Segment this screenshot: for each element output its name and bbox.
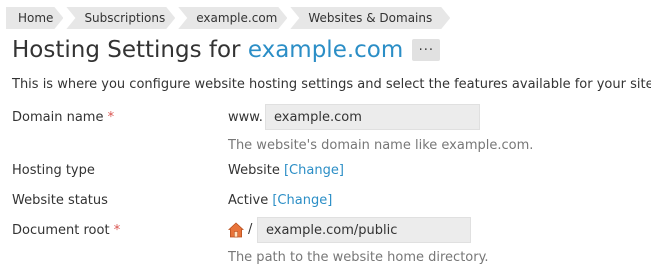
path-separator: / — [248, 222, 253, 237]
page-title: Hosting Settings for example.com — [12, 37, 403, 63]
title-row: Hosting Settings for example.com ··· — [12, 34, 441, 66]
hosting-type-value: Website — [228, 163, 280, 178]
home-directory-icon — [228, 222, 244, 238]
required-marker: * — [113, 223, 121, 238]
document-root-label: Document root * — [12, 223, 120, 238]
required-marker: * — [107, 110, 115, 125]
www-prefix: www. — [228, 110, 263, 125]
website-status-value-row: Active [Change] — [228, 193, 332, 208]
more-actions-button[interactable]: ··· — [412, 39, 441, 61]
domain-name-hint: The website's domain name like example.c… — [228, 138, 534, 153]
hosting-type-value-row: Website [Change] — [228, 163, 344, 178]
document-root-input[interactable] — [257, 217, 471, 243]
hosting-type-change-link[interactable]: [Change] — [284, 163, 344, 178]
document-root-hint: The path to the website home directory. — [228, 250, 489, 265]
website-status-change-link[interactable]: [Change] — [272, 193, 332, 208]
website-status-label: Website status — [12, 193, 108, 208]
document-root-label-text: Document root — [12, 223, 110, 238]
domain-name-label: Domain name * — [12, 110, 114, 125]
page-title-prefix: Hosting Settings for — [12, 37, 241, 63]
hosting-type-label: Hosting type — [12, 163, 95, 178]
breadcrumb-domain[interactable]: example.com — [178, 7, 287, 29]
breadcrumb-websites-domains[interactable]: Websites & Domains — [290, 7, 450, 29]
breadcrumb: Home Subscriptions example.com Websites … — [6, 7, 453, 29]
breadcrumb-home[interactable]: Home — [6, 7, 63, 29]
domain-name-input[interactable] — [265, 104, 480, 130]
page-title-domain-link[interactable]: example.com — [248, 37, 403, 63]
intro-text: This is where you configure website host… — [12, 77, 651, 92]
domain-name-label-text: Domain name — [12, 110, 104, 125]
website-status-value: Active — [228, 193, 269, 208]
breadcrumb-subscriptions[interactable]: Subscriptions — [66, 7, 175, 29]
